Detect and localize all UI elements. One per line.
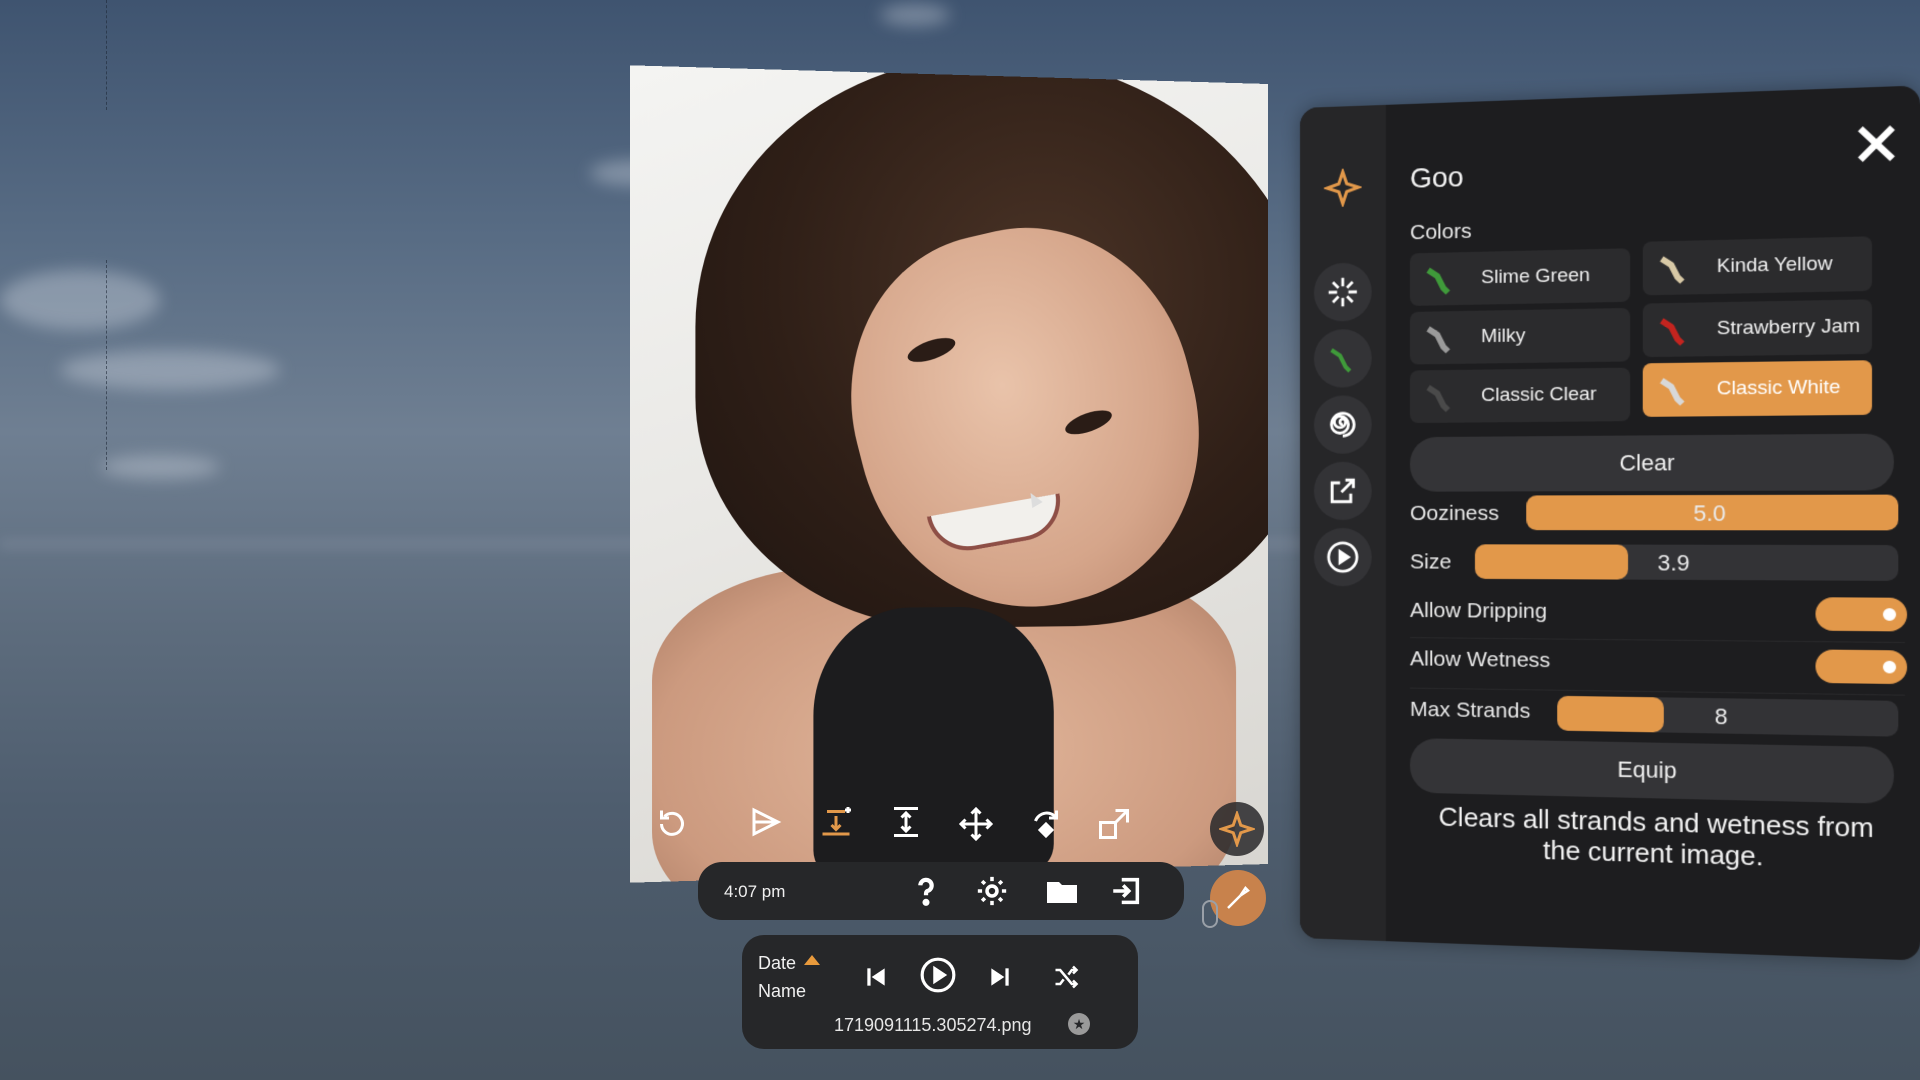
ooziness-label: Ooziness: [1409, 501, 1500, 526]
goo-drip-icon: [1651, 307, 1697, 353]
help-icon[interactable]: [906, 871, 946, 911]
exit-icon[interactable]: [1106, 871, 1146, 911]
sort-date-option[interactable]: Date: [758, 953, 796, 974]
play-circle-icon[interactable]: [1313, 528, 1372, 587]
status-bar: 4:07 pm: [698, 862, 1184, 920]
color-label: Classic Clear: [1481, 383, 1597, 407]
reset-rotation-icon[interactable]: [652, 804, 692, 844]
colors-label: Colors: [1409, 219, 1472, 245]
tool-sidebar: [1300, 104, 1386, 942]
mouse-icon: [1202, 900, 1218, 928]
goo-panel: Goo Colors Slime Green Kinda Yellow Milk…: [1300, 85, 1920, 961]
goo-brush-icon[interactable]: [1313, 328, 1372, 388]
panel-title: Goo: [1409, 160, 1464, 194]
goo-drip-icon: [1418, 315, 1463, 360]
goo-drip-icon: [1651, 367, 1697, 413]
max-strands-label: Max Strands: [1409, 697, 1531, 723]
color-label: Kinda Yellow: [1716, 252, 1833, 278]
tool-description: Clears all strands and wetness from the …: [1438, 801, 1874, 872]
current-filename: 1719091115.305274.png: [834, 1015, 1032, 1035]
external-link-icon[interactable]: [1313, 461, 1372, 520]
previous-icon[interactable]: [856, 957, 896, 997]
gear-icon[interactable]: [972, 871, 1012, 911]
sort-ascending-icon: [804, 955, 820, 965]
brush-button[interactable]: [1210, 870, 1266, 926]
clock-time: 4:07 pm: [724, 882, 786, 901]
color-label: Slime Green: [1481, 264, 1591, 289]
image-viewer[interactable]: [630, 65, 1268, 883]
next-icon[interactable]: [980, 957, 1020, 997]
ooziness-value: 5.0: [1693, 500, 1726, 527]
allow-dripping-label: Allow Dripping: [1409, 598, 1548, 624]
sort-name-option[interactable]: Name: [758, 981, 806, 1002]
shuffle-icon[interactable]: [1046, 957, 1086, 997]
scale-icon[interactable]: [1094, 804, 1134, 844]
max-strands-slider[interactable]: 8: [1557, 695, 1899, 737]
guide-line: [106, 260, 107, 470]
star-icon[interactable]: [1314, 158, 1372, 218]
playback-panel: Date Name 1719091115.305274.png ★: [742, 935, 1138, 1049]
max-strands-fill: [1557, 695, 1665, 733]
clear-button[interactable]: Clear: [1409, 433, 1894, 492]
allow-wetness-toggle[interactable]: [1815, 649, 1908, 685]
color-slime-green[interactable]: Slime Green: [1409, 248, 1631, 306]
size-label: Size: [1409, 550, 1452, 574]
color-label: Milky: [1481, 325, 1526, 348]
rotate-icon[interactable]: [1026, 804, 1066, 844]
color-milky[interactable]: Milky: [1409, 307, 1631, 365]
color-label: Classic White: [1716, 376, 1841, 400]
allow-wetness-label: Allow Wetness: [1409, 647, 1551, 673]
color-classic-white[interactable]: Classic White: [1642, 360, 1873, 417]
goo-drip-icon: [1651, 245, 1697, 291]
goo-drip-icon: [1418, 256, 1463, 301]
allow-dripping-toggle[interactable]: [1815, 597, 1908, 632]
play-icon[interactable]: [918, 955, 958, 995]
color-strawberry-jam[interactable]: Strawberry Jam: [1642, 299, 1873, 358]
add-floor-icon[interactable]: [816, 802, 856, 842]
size-value: 3.9: [1657, 549, 1690, 576]
goo-drip-icon: [1418, 374, 1463, 419]
size-fill: [1474, 544, 1629, 580]
color-kinda-yellow[interactable]: Kinda Yellow: [1642, 236, 1873, 296]
max-strands-value: 8: [1714, 703, 1728, 730]
effects-star-button[interactable]: [1210, 802, 1264, 856]
move-icon[interactable]: [956, 804, 996, 844]
burst-icon[interactable]: [1313, 262, 1372, 322]
ooziness-slider[interactable]: 5.0: [1526, 494, 1899, 531]
guide-line: [106, 0, 107, 110]
size-slider[interactable]: 3.9: [1474, 544, 1899, 581]
color-label: Strawberry Jam: [1716, 315, 1861, 340]
spiral-icon[interactable]: [1313, 395, 1372, 454]
perspective-icon[interactable]: [746, 802, 786, 842]
close-icon[interactable]: [1850, 118, 1902, 170]
height-icon[interactable]: [886, 802, 926, 842]
folder-icon[interactable]: [1042, 871, 1082, 911]
favorite-star-icon[interactable]: ★: [1068, 1013, 1090, 1035]
color-classic-clear[interactable]: Classic Clear: [1409, 367, 1631, 424]
equip-button[interactable]: Equip: [1409, 738, 1894, 804]
